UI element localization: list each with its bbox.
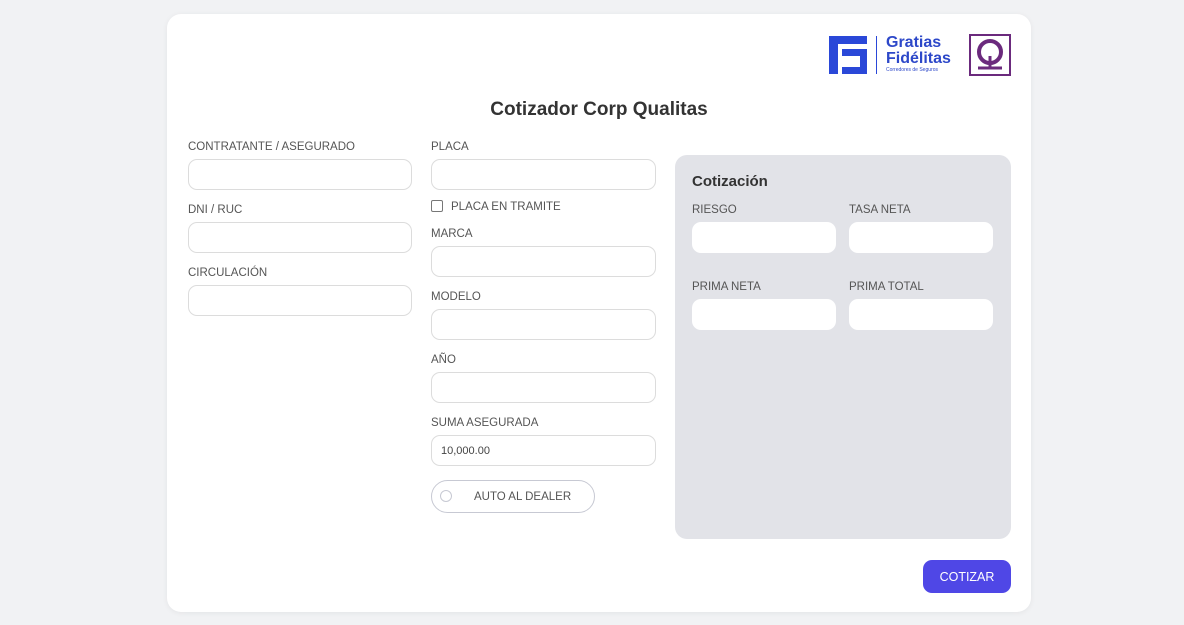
page-title: Cotizador Corp Qualitas	[490, 99, 708, 120]
brand-tagline: Corredores de Seguros	[886, 67, 938, 73]
auto-dealer-label: AUTO AL DEALER	[474, 491, 572, 503]
placa-input[interactable]	[431, 159, 656, 190]
quote-card: Gratias Fidélitas Corredores de Seguros …	[167, 14, 1031, 612]
gf-logo-icon	[829, 36, 867, 74]
prima-total-output[interactable]	[849, 299, 993, 330]
circulacion-input[interactable]	[188, 285, 412, 316]
cotizacion-panel: Cotización RIESGO TASA NETA PRIMA NETA P…	[675, 155, 1011, 539]
anio-label: AÑO	[431, 354, 456, 366]
modelo-label: MODELO	[431, 291, 481, 303]
toggle-knob	[440, 490, 452, 502]
brand-name-line1: Gratias	[886, 34, 942, 51]
dni-input[interactable]	[188, 222, 412, 253]
circulacion-label: CIRCULACIÓN	[188, 267, 268, 279]
cotizar-button[interactable]: COTIZAR	[923, 560, 1011, 593]
placa-tramite-label: PLACA EN TRAMITE	[451, 201, 561, 213]
prima-total-label: PRIMA TOTAL	[849, 281, 924, 293]
logo-divider	[876, 36, 877, 74]
cotizacion-title: Cotización	[692, 173, 768, 190]
auto-dealer-toggle[interactable]: AUTO AL DEALER	[431, 480, 595, 513]
suma-asegurada-label: SUMA ASEGURADA	[431, 417, 539, 429]
contratante-input[interactable]	[188, 159, 412, 190]
modelo-input[interactable]	[431, 309, 656, 340]
contratante-label: CONTRATANTE / ASEGURADO	[188, 141, 355, 153]
riesgo-output[interactable]	[692, 222, 836, 253]
prima-neta-output[interactable]	[692, 299, 836, 330]
placa-tramite-checkbox[interactable]	[431, 200, 443, 212]
suma-asegurada-input[interactable]	[431, 435, 656, 466]
brand-name-line2: Fidélitas	[886, 50, 951, 67]
marca-label: MARCA	[431, 228, 473, 240]
qualitas-logo-icon	[969, 34, 1011, 76]
marca-input[interactable]	[431, 246, 656, 277]
prima-neta-label: PRIMA NETA	[692, 281, 761, 293]
tasa-neta-output[interactable]	[849, 222, 993, 253]
tasa-neta-label: TASA NETA	[849, 204, 911, 216]
company-logo: Gratias Fidélitas Corredores de Seguros	[829, 34, 1012, 76]
dni-label: DNI / RUC	[188, 204, 243, 216]
placa-label: PLACA	[431, 141, 469, 153]
anio-input[interactable]	[431, 372, 656, 403]
riesgo-label: RIESGO	[692, 204, 737, 216]
